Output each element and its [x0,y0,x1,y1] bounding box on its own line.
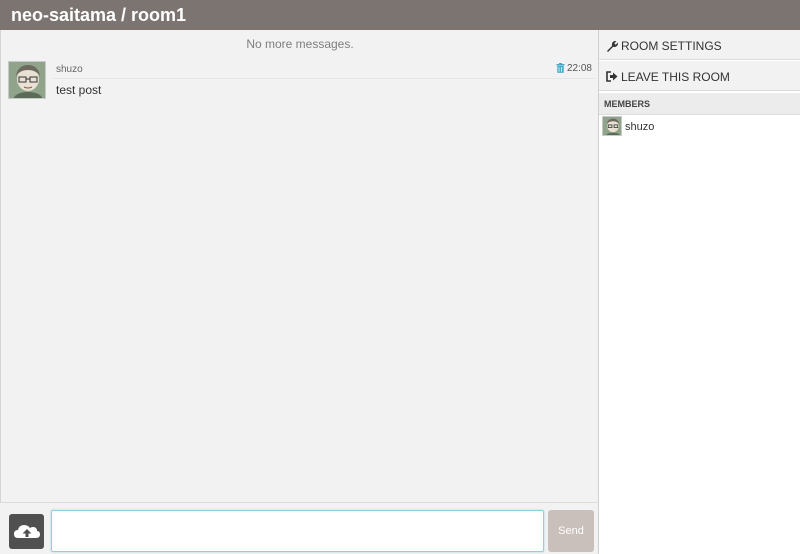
message-divider [53,78,595,79]
message-pane[interactable]: No more messages. shuzo 22:08 test post [0,30,598,554]
wrench-icon [606,40,618,55]
send-button[interactable]: Send [548,510,594,552]
room-settings-label: ROOM SETTINGS [621,39,722,53]
message-time: 22:08 [556,63,592,76]
cloud-upload-icon [14,525,40,538]
message-text: test post [56,83,102,97]
message-input[interactable] [51,510,544,552]
leave-room-label: LEAVE THIS ROOM [621,70,730,84]
members-heading: MEMBERS [599,93,800,115]
message-author: shuzo [56,64,83,75]
avatar-icon [9,62,45,98]
room-title: neo-saitama / room1 [11,5,187,25]
member-avatar [602,116,622,136]
upload-button[interactable] [9,514,44,549]
avatar-icon [603,117,621,135]
member-item[interactable]: shuzo [602,116,798,138]
sidebar: ROOM SETTINGS LEAVE THIS ROOM MEMBERS sh… [598,30,800,554]
sign-out-icon [606,71,618,85]
avatar[interactable] [8,61,46,99]
member-name: shuzo [625,121,655,133]
message-timestamp: 22:08 [566,63,592,74]
no-more-messages: No more messages. [246,37,354,51]
trash-icon[interactable] [556,63,565,76]
room-settings-button[interactable]: ROOM SETTINGS [599,30,800,60]
leave-room-button[interactable]: LEAVE THIS ROOM [599,61,800,91]
composer: Send [0,502,598,554]
room-header: neo-saitama / room1 [0,0,800,30]
